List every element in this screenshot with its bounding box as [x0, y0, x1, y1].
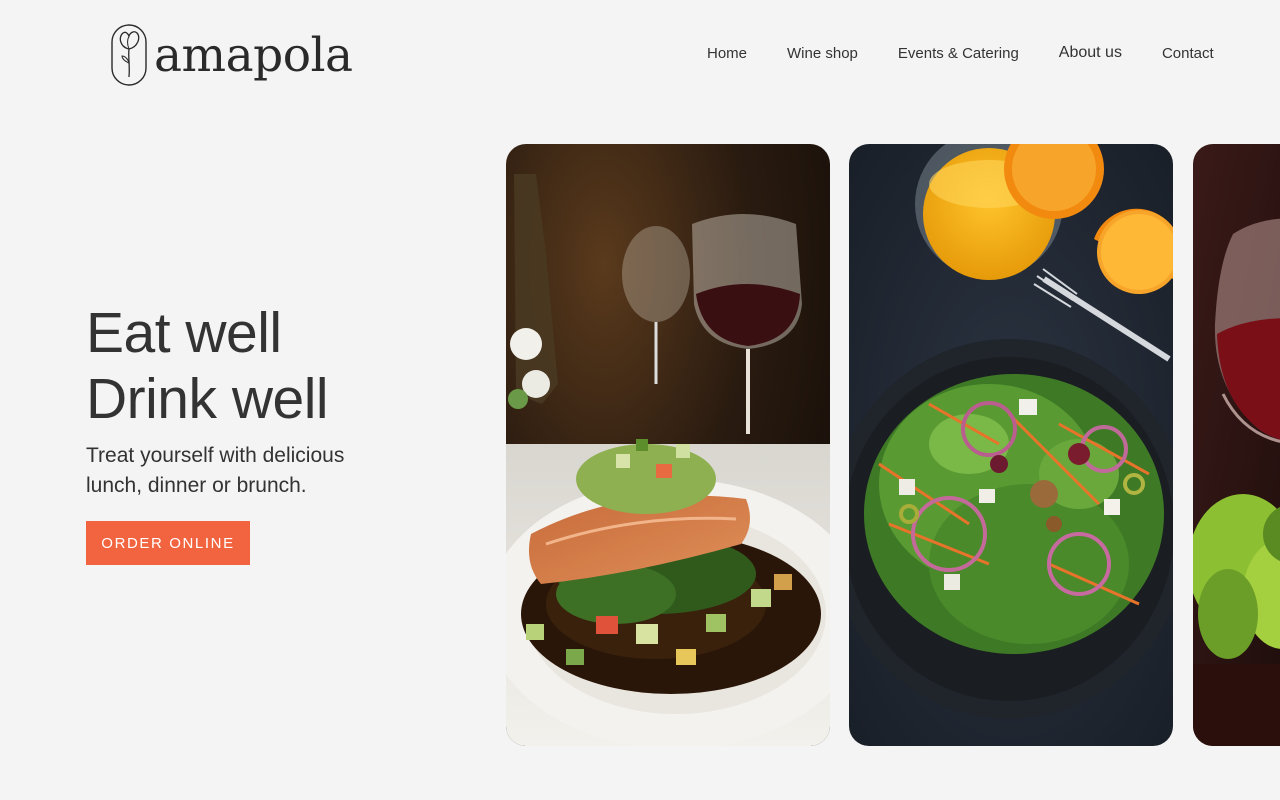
brand-logo[interactable]: amapola — [110, 22, 353, 88]
main-nav: Home Wine shop Events & Catering About u… — [707, 44, 1214, 62]
headline-line-2: Drink well — [86, 367, 329, 431]
nav-wine-shop[interactable]: Wine shop — [787, 45, 858, 62]
poppy-flower-icon — [111, 24, 147, 86]
gallery-card-salmon — [506, 144, 830, 746]
hero-headline: Eat well Drink well — [86, 300, 329, 432]
nav-home[interactable]: Home — [707, 45, 747, 62]
brand-name: amapola — [154, 27, 353, 83]
gallery-card-wine — [1193, 144, 1280, 746]
gallery-card-salad — [849, 144, 1173, 746]
order-online-button[interactable]: ORDER ONLINE — [86, 521, 250, 565]
nav-contact[interactable]: Contact — [1162, 45, 1214, 62]
hero-subtext: Treat yourself with delicious lunch, din… — [86, 444, 345, 497]
nav-events-catering[interactable]: Events & Catering — [898, 45, 1019, 62]
headline-line-1: Eat well — [86, 301, 282, 365]
salmon-dish-photo — [506, 144, 830, 746]
salad-photo — [849, 144, 1173, 746]
nav-about-us[interactable]: About us — [1059, 44, 1122, 62]
red-wine-photo — [1193, 144, 1280, 746]
